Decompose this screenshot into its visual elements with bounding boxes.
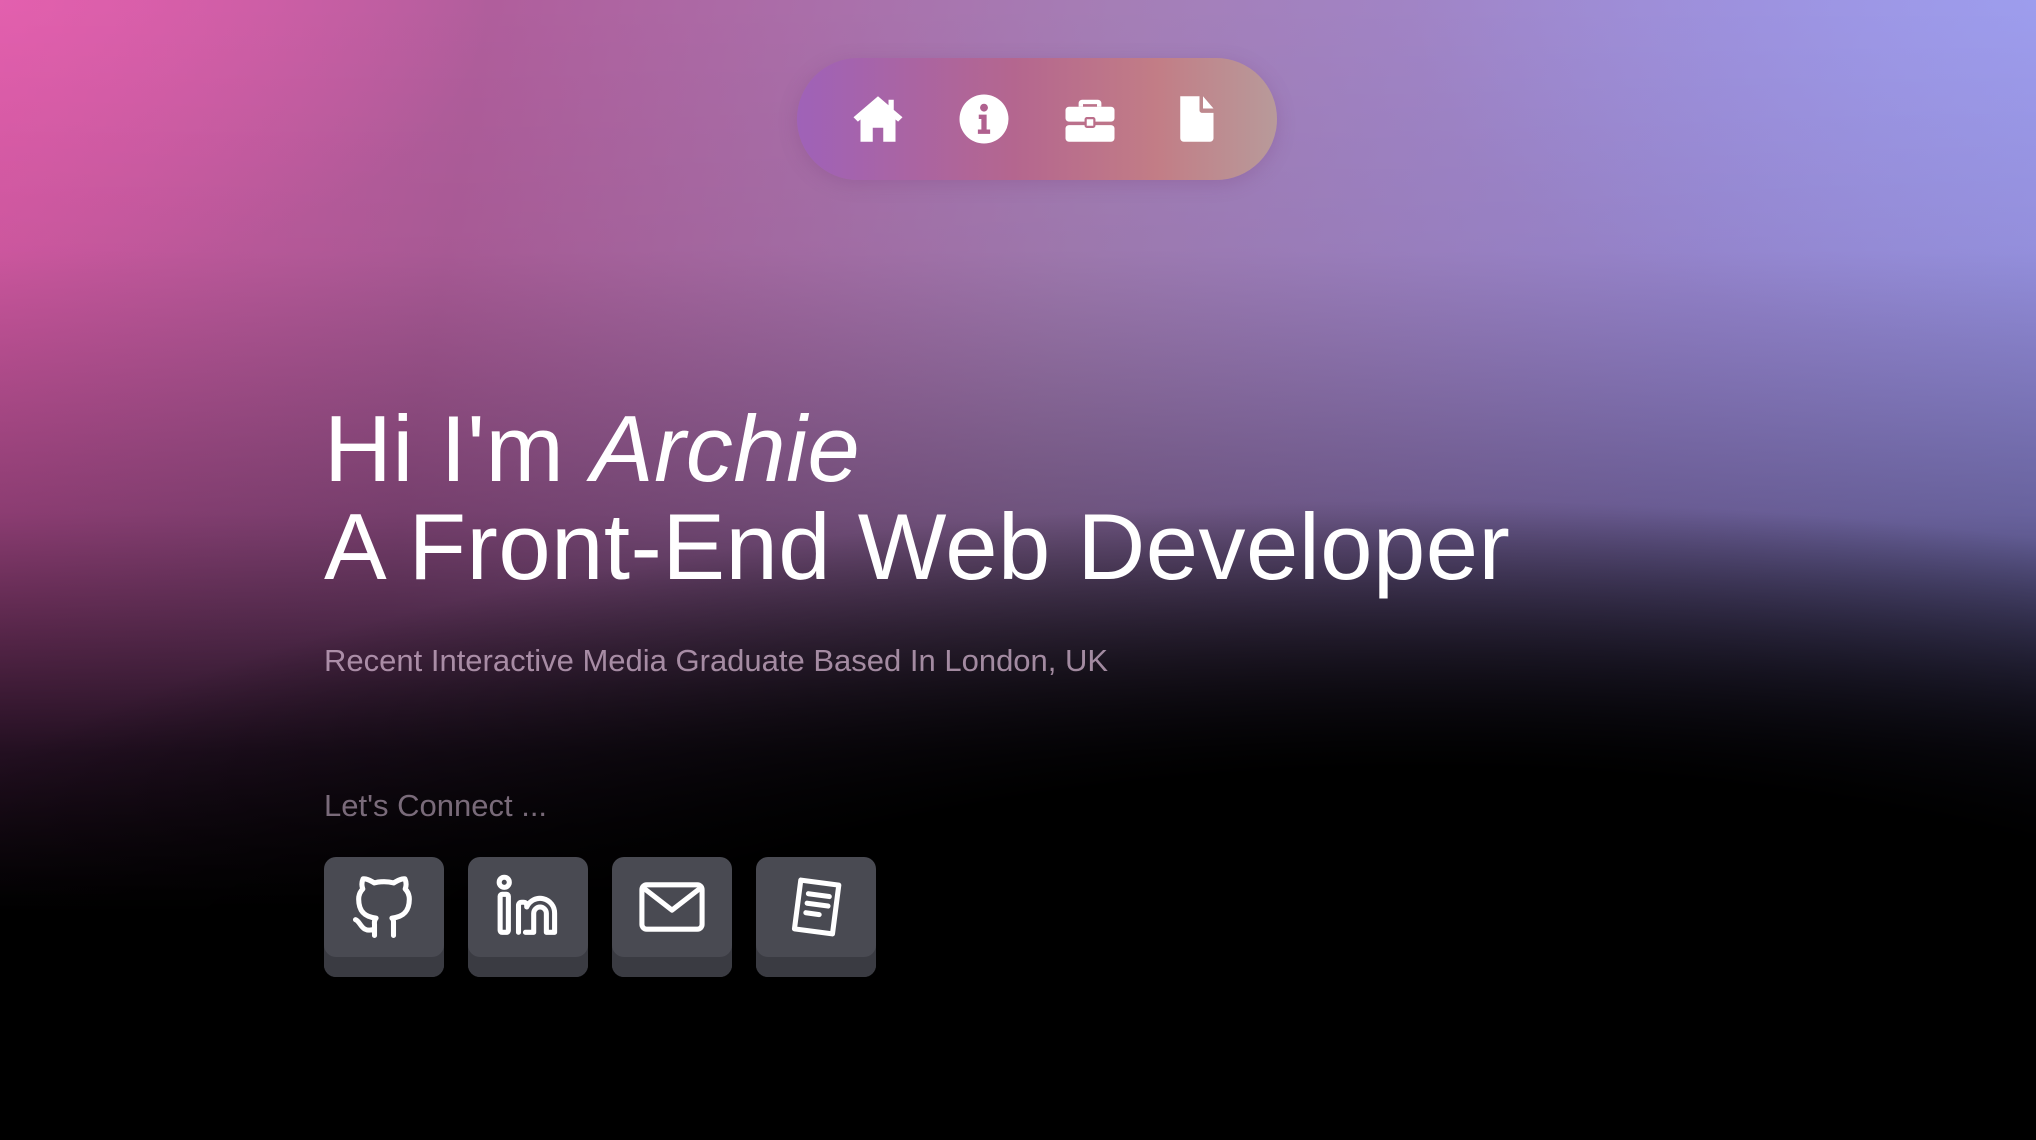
- nav-about-button[interactable]: [952, 87, 1016, 151]
- linkedin-icon: [496, 874, 558, 935]
- hero-heading: Hi I'm Archie A Front-End Web Developer: [324, 400, 1510, 596]
- portfolio-page: Hi I'm Archie A Front-End Web Developer …: [0, 0, 2036, 1140]
- briefcase-icon: [1065, 99, 1115, 142]
- mail-icon: [639, 882, 705, 932]
- resume-button[interactable]: [756, 857, 876, 977]
- email-button[interactable]: [612, 857, 732, 977]
- hero-subtitle: Recent Interactive Media Graduate Based …: [324, 643, 1109, 678]
- top-nav: [797, 58, 1277, 180]
- nav-work-button[interactable]: [1058, 87, 1122, 151]
- connect-label: Let's Connect ...: [324, 788, 548, 823]
- linkedin-button[interactable]: [468, 857, 588, 977]
- info-icon: [959, 94, 1009, 144]
- nav-home-button[interactable]: [846, 87, 910, 151]
- document-icon: [791, 877, 842, 937]
- file-icon: [1180, 96, 1214, 142]
- github-icon: [352, 876, 412, 939]
- nav-cv-button[interactable]: [1164, 87, 1228, 151]
- hero-role: A Front-End Web Developer: [324, 494, 1511, 599]
- hero-name: Archie: [590, 396, 861, 501]
- greeting-text: Hi I'm: [324, 396, 591, 501]
- social-links: [324, 857, 876, 977]
- hero-heading-block: Hi I'm Archie A Front-End Web Developer: [324, 400, 1510, 596]
- github-button[interactable]: [324, 857, 444, 977]
- home-icon: [853, 96, 903, 142]
